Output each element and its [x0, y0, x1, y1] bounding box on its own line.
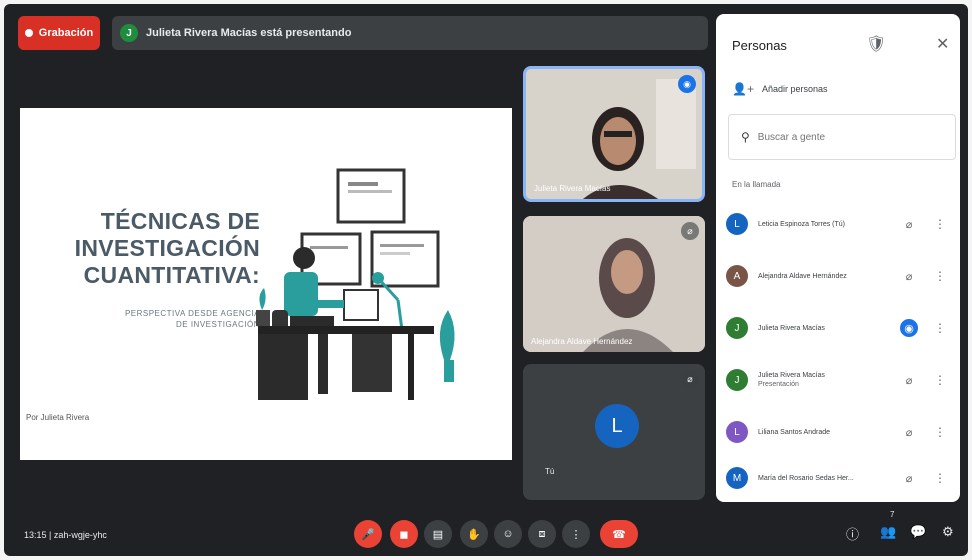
search-input[interactable]: [757, 131, 928, 143]
slide-author: Por Julieta Rivera: [26, 413, 90, 422]
presenter-avatar: J: [120, 24, 138, 42]
chat-icon[interactable]: 💬: [910, 524, 926, 540]
participant-avatar: J: [726, 317, 748, 339]
participant-avatar: L: [726, 421, 748, 443]
participant-row[interactable]: J Julieta Rivera Macías Presentación ⌀ ⋮: [726, 362, 956, 398]
meet-window: Grabación J Julieta Rivera Macías está p…: [4, 4, 968, 556]
participant-row[interactable]: M María del Rosario Sedas Her... ⌀ ⋮: [726, 460, 956, 496]
mic-off-icon[interactable]: ⌀: [900, 215, 918, 233]
slide-title-line: INVESTIGACIÓN: [74, 235, 260, 261]
section-label: En la llamada: [732, 180, 781, 189]
meeting-time-code: 13:15 | zah-wgje-yhc: [24, 530, 107, 540]
more-options-icon[interactable]: ⋮: [934, 373, 946, 387]
mic-off-icon: ⌀: [681, 370, 699, 388]
add-person-icon: 👤+: [732, 82, 754, 96]
activities-icon[interactable]: ⚙: [942, 524, 954, 540]
more-options-icon[interactable]: ⋮: [934, 269, 946, 283]
participant-avatar: J: [726, 369, 748, 391]
slide-subtitle-line: PERSPECTIVA DESDE AGENCIA: [124, 309, 260, 318]
tile-name: Julieta Rivera Macías: [534, 184, 611, 193]
panel-title: Personas: [732, 38, 787, 53]
video-tile-self[interactable]: ⌀ L Tú: [523, 364, 705, 500]
participant-name-line: Julieta Rivera Macías: [758, 372, 825, 379]
video-tile-participant[interactable]: ⌀ Alejandra Aldave Hernández: [523, 216, 705, 352]
speaking-indicator-icon: ◉: [678, 75, 696, 93]
recording-label: Grabación: [38, 27, 94, 39]
meeting-info-icon[interactable]: ⓘ: [846, 524, 859, 543]
presenting-text: Julieta Rivera Macías está presentando: [146, 27, 352, 39]
slide-subtitle: PERSPECTIVA DESDE AGENCIA DE INVESTIGACI…: [70, 308, 260, 330]
self-avatar: L: [595, 404, 639, 448]
search-icon: ⚲: [741, 130, 750, 144]
participant-video: [523, 216, 705, 352]
participant-name: Julieta Rivera Macías Presentación: [758, 371, 878, 389]
participant-name: Alejandra Aldave Hernández: [758, 272, 847, 280]
slide-subtitle-line: DE INVESTIGACIÓN: [175, 320, 260, 329]
participant-subline: Presentación: [758, 381, 799, 388]
speaking-indicator-icon[interactable]: ◉: [900, 319, 918, 337]
video-tile-speaker[interactable]: ◉ Julieta Rivera Macías: [523, 66, 705, 202]
participant-avatar: M: [726, 467, 748, 489]
people-panel: Personas 🛡 ✕ 👤+ Añadir personas ⚲ En la …: [716, 14, 960, 502]
slide-title-line: CUANTITATIVA:: [83, 262, 260, 288]
close-icon[interactable]: ✕: [936, 34, 949, 54]
participant-avatar: A: [726, 265, 748, 287]
people-count: 7: [890, 510, 895, 519]
more-options-icon[interactable]: ⋮: [934, 321, 946, 335]
participant-row[interactable]: L Leticia Espinoza Torres (Tú) ⌀ ⋮: [726, 206, 956, 242]
captions-icon[interactable]: ▤: [424, 520, 452, 548]
participant-row[interactable]: J Julieta Rivera Macías ◉ ⋮: [726, 310, 956, 346]
participant-avatar: L: [726, 213, 748, 235]
mic-off-icon[interactable]: ⌀: [900, 267, 918, 285]
participant-row[interactable]: A Alejandra Aldave Hernández ⌀ ⋮: [726, 258, 956, 294]
add-people-label: Añadir personas: [761, 84, 828, 94]
camera-toggle-button[interactable]: ◼: [390, 520, 418, 548]
mic-off-icon: ⌀: [681, 222, 699, 240]
leave-call-button[interactable]: ☎: [600, 520, 638, 548]
tile-name: Tú: [545, 467, 555, 476]
recording-button[interactable]: Grabación: [18, 16, 100, 50]
slide-title-line: TÉCNICAS DE: [100, 208, 260, 234]
add-people-button[interactable]: 👤+ Añadir personas: [732, 82, 828, 96]
participant-name: Leticia Espinoza Torres (Tú): [758, 220, 846, 228]
presenting-banner: J Julieta Rivera Macías está presentando: [112, 16, 708, 50]
tile-name: Alejandra Aldave Hernández: [531, 337, 633, 346]
host-controls-icon[interactable]: 🛡: [866, 34, 886, 54]
raise-hand-icon[interactable]: ✋: [460, 520, 488, 548]
participant-video: [526, 69, 702, 199]
search-people-field[interactable]: ⚲: [728, 114, 956, 160]
record-icon: [24, 29, 33, 37]
more-options-icon[interactable]: ⋮: [934, 217, 946, 231]
participant-name: Liliana Santos Andrade: [758, 428, 830, 436]
mic-toggle-button[interactable]: 🎤: [354, 520, 382, 548]
more-options-icon[interactable]: ⋮: [934, 425, 946, 439]
more-options-icon[interactable]: ⋮: [934, 471, 946, 485]
mic-off-icon[interactable]: ⌀: [900, 371, 918, 389]
participant-row[interactable]: L Liliana Santos Andrade ⌀ ⋮: [726, 414, 956, 450]
mic-off-icon[interactable]: ⌀: [900, 469, 918, 487]
more-options-icon[interactable]: ⋮: [562, 520, 590, 548]
presentation-slide: TÉCNICAS DE INVESTIGACIÓN CUANTITATIVA: …: [20, 108, 512, 460]
desk-illustration: [256, 168, 455, 400]
mic-off-icon[interactable]: ⌀: [900, 423, 918, 441]
present-screen-icon[interactable]: ⧈: [528, 520, 556, 548]
people-icon[interactable]: 👥: [880, 524, 896, 540]
slide-title: TÉCNICAS DE INVESTIGACIÓN CUANTITATIVA:: [60, 208, 260, 289]
participant-name: Julieta Rivera Macías: [758, 324, 825, 332]
participant-name: María del Rosario Sedas Her...: [758, 474, 854, 482]
reactions-icon[interactable]: ☺: [494, 520, 522, 548]
